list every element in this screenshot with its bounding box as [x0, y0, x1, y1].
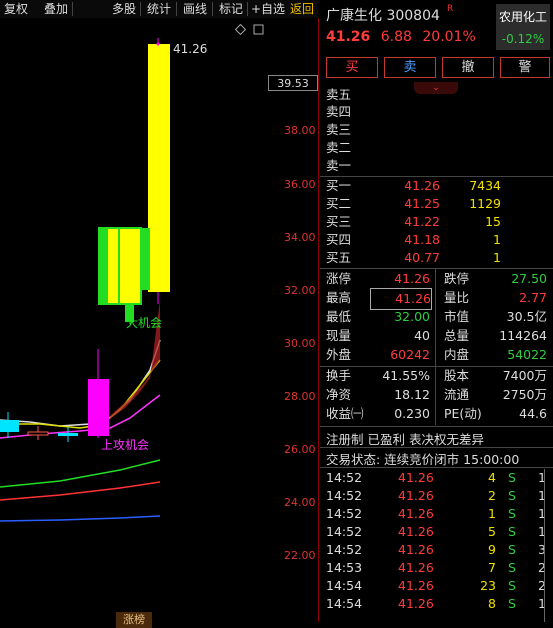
toolbar-separator	[212, 2, 213, 16]
y-tick: 24.00	[284, 496, 316, 509]
toolbar-separator	[176, 2, 177, 16]
candle-4	[88, 349, 109, 438]
stats-row: 换手 41.55% 股本 7400万	[326, 368, 547, 383]
diamond-icon[interactable]	[234, 23, 247, 36]
ma-line-green	[0, 459, 161, 488]
sector-change: -0.12%	[501, 32, 545, 46]
candle-6	[118, 227, 142, 324]
bid-row[interactable]: 买三 41.22 15	[326, 213, 551, 230]
toolbar-separator	[72, 2, 73, 16]
toolbar-separator	[247, 2, 248, 16]
high-price-label: 41.26	[173, 42, 208, 56]
divider	[320, 447, 553, 448]
candle-3	[58, 427, 78, 442]
ask-row[interactable]: 卖五	[326, 86, 551, 103]
tick-scrollbar[interactable]	[544, 469, 545, 622]
divider	[320, 467, 553, 468]
price-row: 41.26 6.88 20.01%	[326, 29, 476, 45]
axis-divider	[318, 18, 319, 622]
y-tick: 32.00	[284, 284, 316, 297]
ma-line-magenta	[0, 394, 161, 439]
toolbar-stats-button[interactable]: 统计	[147, 1, 171, 17]
stats-row: 净资 18.12 流通 2750万	[326, 387, 547, 402]
tick-row: 14:52 41.26 5S1	[326, 524, 546, 539]
stock-name: 广康生化 300804	[326, 8, 440, 24]
sector-name: 农用化工	[498, 10, 547, 24]
buy-button[interactable]: 买	[326, 57, 378, 78]
bid-row[interactable]: 买一 41.26 7434	[326, 177, 551, 194]
stats-row: 外盘 60242 内盘 54022	[326, 347, 547, 362]
quote-panel: 广康生化 300804 R 农用化工 -0.12% 41.26 6.88 20.…	[320, 0, 553, 622]
toolbar-mark-button[interactable]: 标记	[219, 1, 243, 17]
tick-row: 14:52 41.26 9S3	[326, 542, 546, 557]
y-tick: 26.00	[284, 443, 316, 456]
ask-row[interactable]: 卖三	[326, 121, 551, 138]
stats-row: 涨停 41.26 跌停 27.50	[326, 271, 547, 286]
toolbar-fq-button[interactable]: 复权	[4, 1, 28, 17]
y-tick: 34.00	[284, 231, 316, 244]
candlestick-chart[interactable]: 41.26 大机会 上攻机会 38.00 36.00 34.00 32.00 3…	[0, 18, 318, 628]
current-price-marker: 39.53	[268, 75, 318, 91]
price-change-pct: 20.01%	[422, 29, 476, 45]
candle-5	[98, 227, 120, 305]
price-change: 6.88	[380, 29, 412, 45]
tick-row: 14:53 41.26 7S2	[326, 560, 546, 575]
candle-7	[141, 38, 170, 304]
tick-row: 14:54 41.26 23 S 2	[326, 578, 546, 593]
tick-row: 14:54 41.26 8S1	[326, 596, 546, 611]
toolbar-add-favorite-button[interactable]: +自选	[251, 1, 285, 17]
y-tick: 28.00	[284, 390, 316, 403]
registration-mark: R	[447, 4, 454, 14]
candle-1	[0, 412, 19, 438]
ask-row[interactable]: 卖四	[326, 103, 551, 120]
y-tick: 22.00	[284, 549, 316, 562]
stats-row: 收益㈠ 0.230 PE(动) 44.6	[326, 406, 547, 421]
toolbar-overlay-button[interactable]: 叠加	[44, 1, 68, 17]
sell-button[interactable]: 卖	[384, 57, 436, 78]
restore-icon[interactable]	[253, 24, 264, 35]
toolbar-separator	[140, 2, 141, 16]
toolbar-back-button[interactable]: 返回	[290, 1, 314, 17]
tick-row: 14:52 41.26 1S1	[326, 506, 546, 521]
annotation-attack-chance: 上攻机会	[101, 438, 150, 452]
stats-row: 最高 41.26 量比 2.77	[320, 288, 553, 310]
stats-row: 现量 40 总量 114264	[326, 328, 547, 343]
sector-box[interactable]: 农用化工 -0.12%	[496, 4, 550, 50]
info-line: 注册制 已盈利 表决权无差异	[326, 432, 484, 447]
chart-toolbar: 复权 叠加 多股 统计 画线 标记 +自选 返回	[0, 0, 318, 18]
y-tick: 36.00	[284, 178, 316, 191]
alert-button[interactable]: 警	[500, 57, 550, 78]
y-tick: 38.00	[284, 124, 316, 137]
annotation-big-chance: 大机会	[126, 316, 163, 330]
cancel-button[interactable]: 撤	[442, 57, 494, 78]
candle-2	[27, 426, 49, 440]
bid-row[interactable]: 买五 40.77 1	[326, 249, 551, 266]
toolbar-draw-button[interactable]: 画线	[183, 1, 207, 17]
ask-row[interactable]: 卖二	[326, 139, 551, 156]
bid-row[interactable]: 买二 41.25 1129	[326, 195, 551, 212]
trade-status: 交易状态: 连续竞价闭市 15:00:00	[326, 452, 520, 467]
divider	[320, 426, 553, 427]
tick-row: 14:52 41.26 2S1	[326, 488, 546, 503]
bid-row[interactable]: 买四 41.18 1	[326, 231, 551, 248]
tick-row: 14:52 41.26 4S1	[326, 470, 546, 485]
ma-line-blue	[0, 515, 161, 522]
ask-row[interactable]: 卖一	[326, 157, 551, 174]
last-price: 41.26	[326, 29, 371, 45]
toolbar-multistock-button[interactable]: 多股	[112, 1, 136, 17]
y-tick: 30.00	[284, 337, 316, 350]
stats-row: 最低 32.00 市值 30.5亿	[326, 309, 547, 324]
rank-tag[interactable]: 涨榜	[116, 612, 152, 628]
